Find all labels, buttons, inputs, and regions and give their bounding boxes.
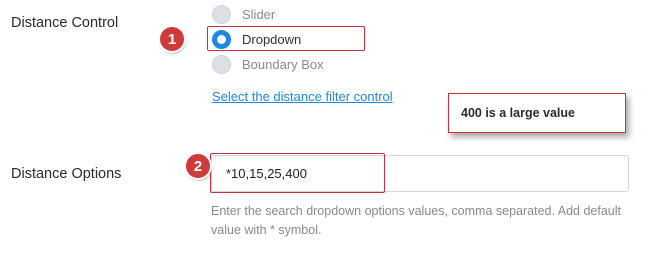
distance-control-label: Distance Control [11,15,119,31]
radio-circle-icon[interactable] [212,54,231,74]
step-1-badge: 1 [160,27,184,51]
annotation-highlight-input [210,153,385,193]
distance-options-label: Distance Options [11,166,122,182]
annotation-tooltip: 400 is a large value [448,93,626,133]
radio-option-slider[interactable]: Slider [212,3,275,25]
radio-label-boundary-box: Boundary Box [242,56,324,72]
distance-options-help-text: Enter the search dropdown options values… [211,204,621,237]
step-2-badge: 2 [186,154,210,178]
annotation-highlight-dropdown [207,26,365,51]
radio-option-boundary-box[interactable]: Boundary Box [212,53,324,75]
radio-label-slider: Slider [242,6,276,22]
radio-circle-icon[interactable] [212,4,231,24]
distance-filter-control-link[interactable]: Select the distance filter control [212,89,393,104]
